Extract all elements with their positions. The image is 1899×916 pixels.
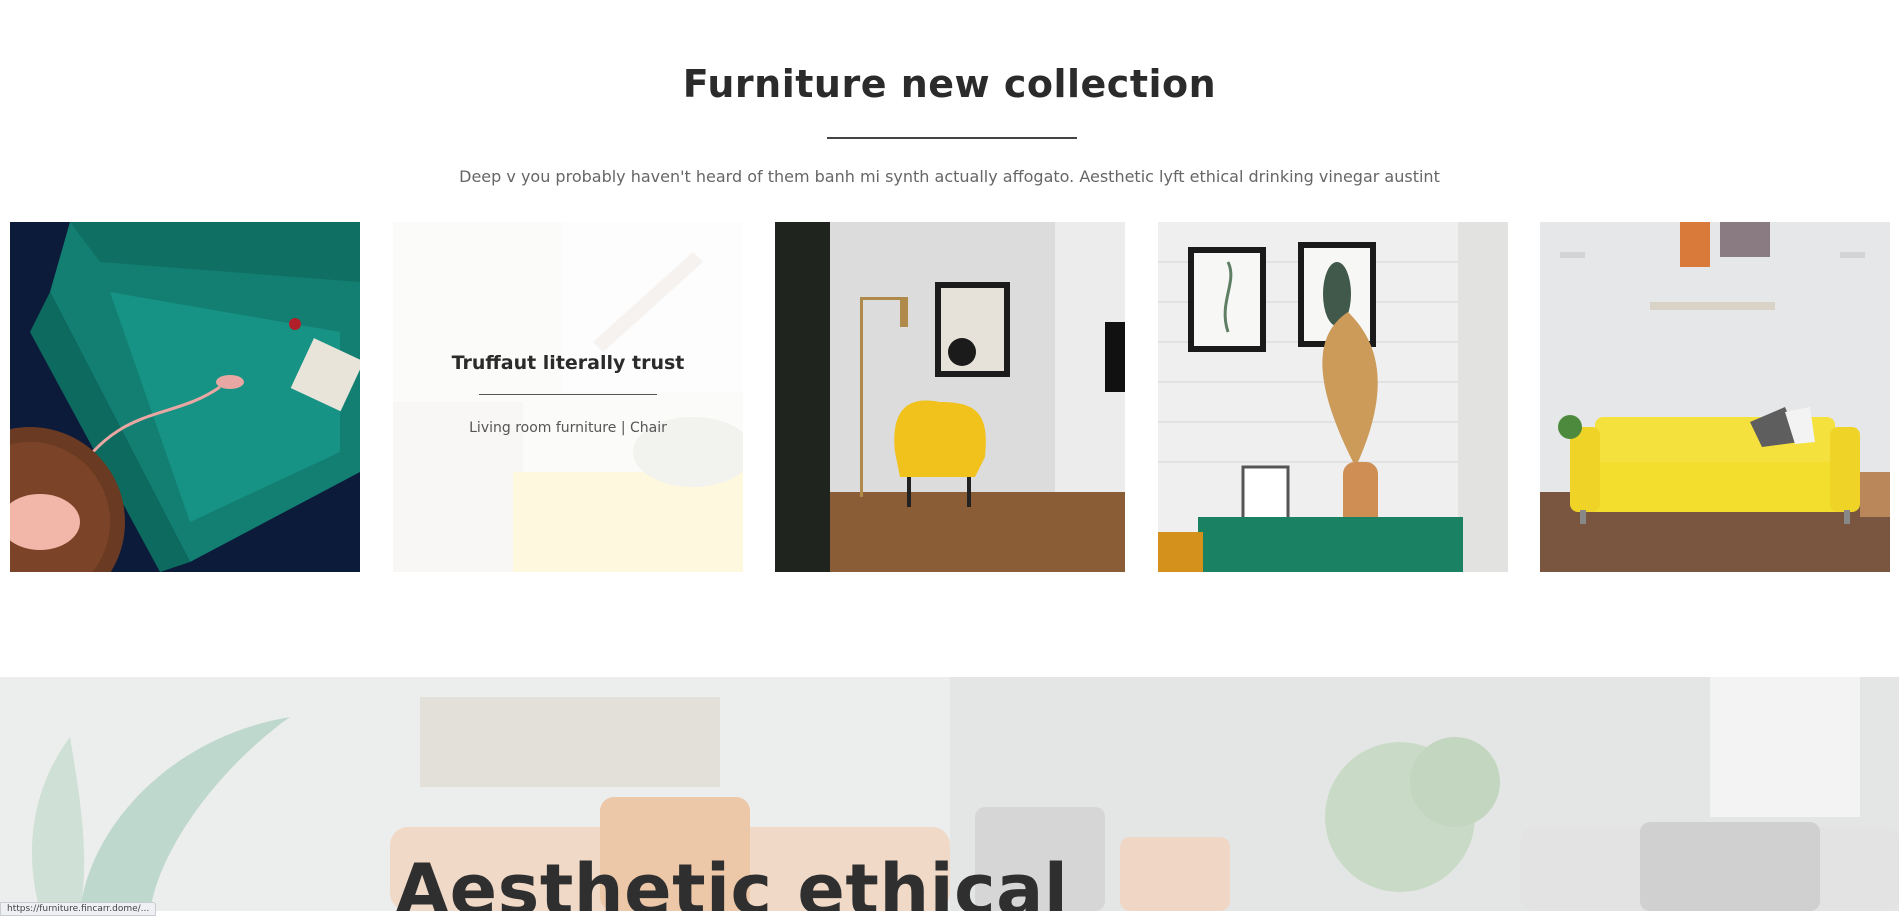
product-card-1[interactable] xyxy=(10,222,360,572)
card-image-green-sofa xyxy=(10,222,360,572)
card-image-yellow-armchair xyxy=(775,222,1125,572)
card-title[interactable]: Truffaut literally trust xyxy=(393,352,743,374)
product-card-5[interactable] xyxy=(1540,222,1890,572)
section-subtitle: Deep v you probably haven't heard of the… xyxy=(459,167,1440,186)
card-category: Living room furniture | Chair xyxy=(469,420,667,436)
card-image-yellow-sofa xyxy=(1540,222,1890,572)
product-card-3[interactable] xyxy=(775,222,1125,572)
card-divider xyxy=(479,394,657,395)
title-divider xyxy=(827,137,1077,139)
banner-title: Aesthetic ethical xyxy=(395,849,1069,911)
product-card-2[interactable]: Truffaut literally trust Living room fur… xyxy=(393,222,743,572)
browser-status-link: https://furniture.fincarr.dome/... xyxy=(0,902,157,916)
card-image-green-cabinet xyxy=(1158,222,1508,572)
card-hover-overlay xyxy=(393,222,743,572)
hero-banner: Aesthetic ethical xyxy=(0,677,1899,911)
product-card-4[interactable] xyxy=(1158,222,1508,572)
section-title: Furniture new collection xyxy=(682,62,1217,106)
